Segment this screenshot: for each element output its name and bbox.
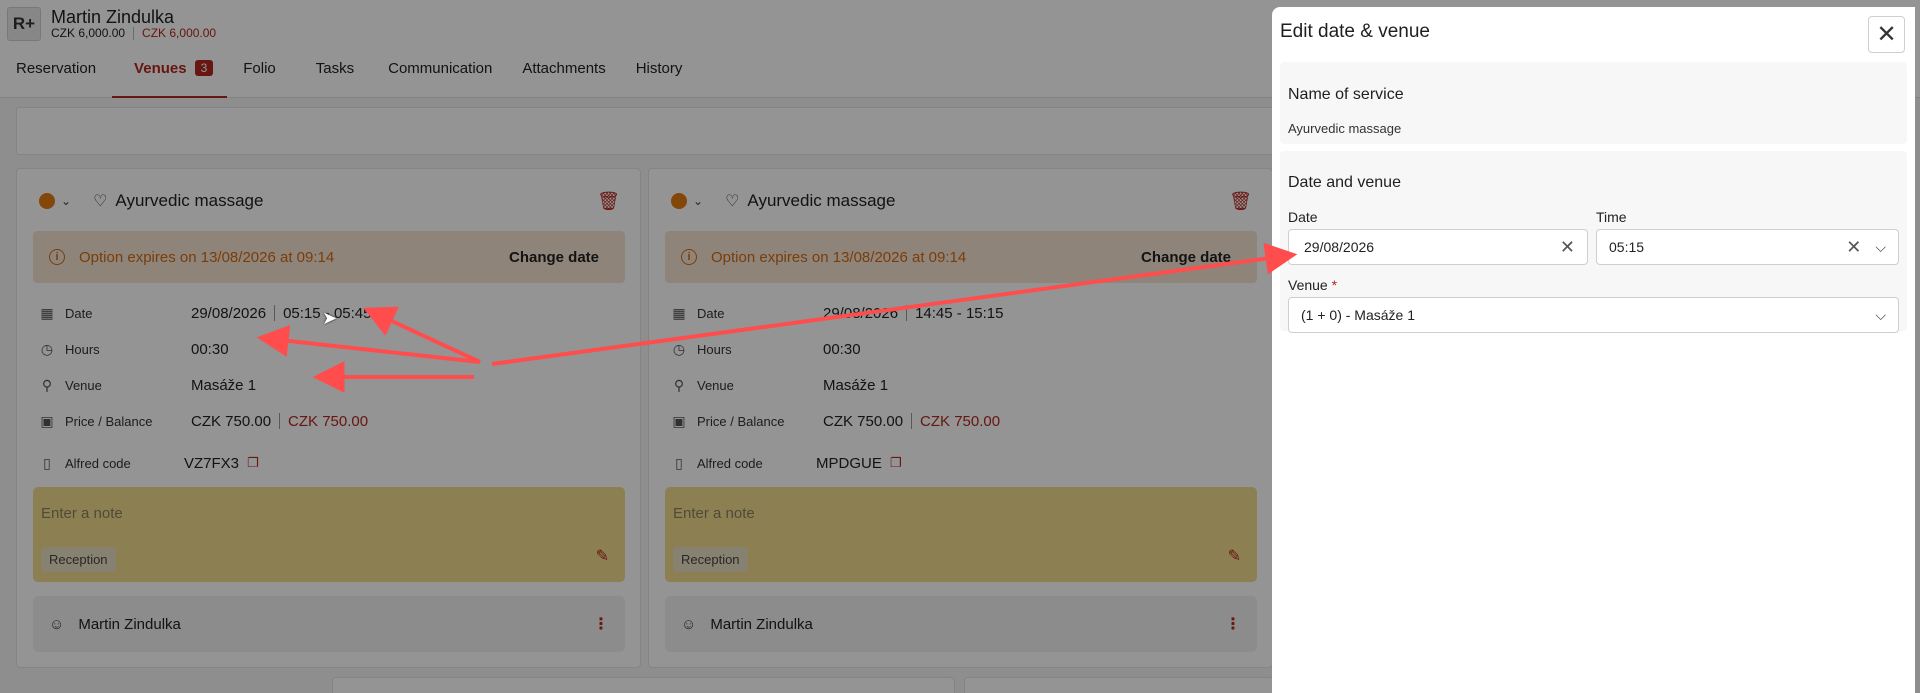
annotation-arrows (256, 242, 1298, 393)
annotation-arrow (491, 242, 1298, 366)
mouse-cursor-icon: ➤ (322, 308, 338, 328)
annotation-arrow (256, 325, 481, 364)
